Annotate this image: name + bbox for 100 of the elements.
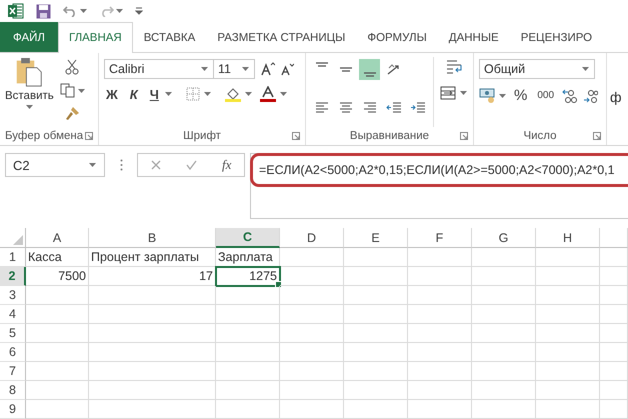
table-cell [536,324,600,343]
excel-logo-icon[interactable] [8,3,24,19]
merge-cells-icon[interactable] [440,85,456,101]
group-label: ф [609,88,622,107]
orientation-icon [386,62,402,78]
column-header[interactable]: B [89,228,216,248]
group-label: Шрифт [183,130,221,142]
ribbon-tab[interactable]: ДАННЫЕ [438,22,510,52]
customize-toolbar-icon[interactable] [135,7,143,15]
dialog-launcher-icon[interactable] [292,132,300,140]
table-cell [472,286,536,305]
currency-icon[interactable] [479,88,496,103]
number-format-field[interactable]: Общий [479,59,595,79]
undo-caret-icon [80,9,87,13]
increase-decimal-icon[interactable] [562,88,578,102]
wrap-text-icon[interactable] [446,59,462,75]
row-header[interactable]: 4 [0,305,26,324]
ribbon-tab[interactable]: ГЛАВНАЯ [58,22,133,53]
table-cell [280,343,344,362]
borders-icon[interactable] [186,87,200,101]
paste-button[interactable]: Вставить [5,57,54,127]
caret-icon [89,163,96,167]
table-cell [408,400,472,419]
caret-icon [26,105,33,109]
table-cell [408,267,472,286]
copy-icon[interactable] [60,83,75,98]
table-cell [536,343,600,362]
column-header[interactable]: F [408,228,472,248]
dialog-launcher-icon[interactable] [85,132,93,140]
table-cell [600,286,628,305]
thousands-separator-button[interactable]: 000 [535,90,556,101]
underline-button[interactable]: Ч [148,86,161,102]
column-header[interactable]: H [536,228,600,248]
align-bottom-button[interactable] [359,59,380,80]
table-cell [536,381,600,400]
formula-field[interactable]: =ЕСЛИ(A2<5000;A2*0,15;ЕСЛИ(И(A2>=5000;A2<7000);A2*0,1 [250,153,628,187]
column-header[interactable]: D [280,228,344,248]
table-cell [344,248,408,267]
fill-handle[interactable] [275,281,282,288]
table-cell [408,324,472,343]
table-cell [408,286,472,305]
row-header[interactable]: 7 [0,362,26,381]
insert-function-button[interactable]: fx [222,157,232,173]
ribbon-tab[interactable]: РЕЦЕНЗИРО [510,22,604,52]
table-cell [280,362,344,381]
row-header[interactable]: 3 [0,286,26,305]
undo-icon[interactable] [63,5,78,17]
ribbon-tab[interactable]: ВСТАВКА [132,22,206,52]
table-cell [344,381,408,400]
table-cell [344,267,408,286]
column-header[interactable]: A [26,228,89,248]
row-header[interactable]: 9 [0,400,26,419]
table-cell [26,400,89,419]
table-cell [600,324,628,343]
column-header[interactable]: G [472,228,536,248]
column-header[interactable]: C [216,228,280,248]
drag-handle-icon[interactable] [120,159,122,171]
table-cell [344,286,408,305]
italic-button[interactable]: К [128,86,140,102]
dialog-launcher-icon[interactable] [460,132,468,140]
table-cell [536,362,600,381]
name-box[interactable]: C2 [5,153,105,177]
ribbon-tab[interactable]: ФОРМУЛЫ [356,22,438,52]
scissors-icon[interactable] [65,59,80,75]
shrink-font-icon[interactable] [281,62,294,76]
font-size-field[interactable]: 11 [213,59,255,79]
row-header[interactable]: 5 [0,324,26,343]
table-cell [600,400,628,419]
caret-icon [242,67,249,71]
table-cell [216,362,280,381]
check-icon[interactable] [186,160,197,170]
file-tab[interactable]: ФАЙЛ [0,22,58,52]
decrease-decimal-icon[interactable] [583,88,598,102]
table-cell [344,324,408,343]
table-cell [280,400,344,419]
row-header[interactable]: 2 [0,267,26,286]
bold-button[interactable]: Ж [104,86,120,102]
font-color-icon[interactable] [260,86,276,102]
table-cell [280,248,344,267]
row-header[interactable]: 6 [0,343,26,362]
table-cell [536,286,600,305]
font-name-field[interactable]: Calibri [104,59,214,79]
fill-color-icon[interactable] [224,86,241,102]
table-cell [216,324,280,343]
grow-font-icon[interactable] [261,62,275,76]
align-top-icon [314,62,330,67]
ribbon-tab[interactable]: РАЗМЕТКА СТРАНИЦЫ [206,22,356,52]
format-painter-icon[interactable] [64,106,80,121]
row-header[interactable]: 8 [0,381,26,400]
caret-icon [280,92,287,96]
dialog-launcher-icon[interactable] [593,132,601,140]
caret-icon [201,67,208,71]
table-cell [344,305,408,324]
percent-button[interactable]: % [512,87,530,104]
save-icon[interactable] [36,4,51,18]
table-cell: 17 [89,267,216,286]
table-cell [408,248,472,267]
column-header[interactable]: E [344,228,408,248]
caret-icon [204,92,211,96]
table-cell [216,305,280,324]
